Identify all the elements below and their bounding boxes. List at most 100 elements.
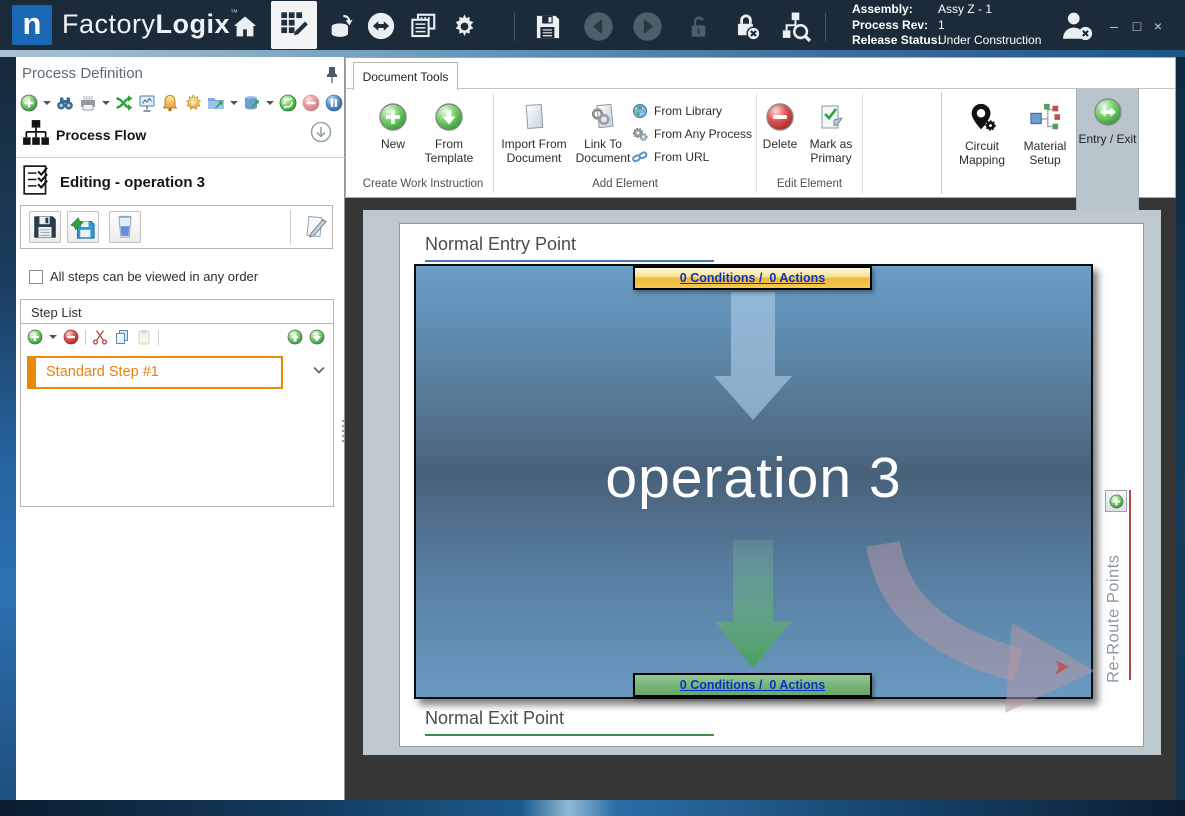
process-flow-icon: [22, 119, 50, 149]
flow-editor-panel: Normal Entry Point operation 3 0 Conditi…: [363, 210, 1161, 755]
release-status-value: Under Construction: [938, 33, 1041, 49]
sync-icon[interactable]: [365, 10, 397, 42]
app-brand: FactoryLogix™: [62, 8, 239, 40]
add-dropdown-caret[interactable]: [43, 101, 51, 105]
chain-link-icon: [632, 149, 648, 165]
entry-conditions-banner[interactable]: 0 Conditions / 0 Actions: [633, 266, 872, 290]
new-button[interactable]: New: [369, 89, 417, 151]
from-any-process-button[interactable]: From Any Process: [632, 122, 752, 145]
folder-dropdown-caret[interactable]: [230, 101, 238, 105]
print-dropdown-caret[interactable]: [102, 101, 110, 105]
toolbar-separator: [825, 13, 826, 41]
title-bar: n FactoryLogix™: [0, 0, 1185, 50]
toolbar-separator: [514, 13, 515, 41]
flow-search-icon[interactable]: [778, 9, 812, 43]
mark-as-primary-button[interactable]: Mark as Primary: [801, 89, 861, 165]
documents-icon[interactable]: [407, 10, 439, 42]
editing-checklist-icon: [21, 163, 53, 197]
page-link-icon: [588, 102, 618, 132]
from-url-button[interactable]: From URL: [632, 145, 752, 168]
forward-icon[interactable]: [631, 10, 663, 42]
group-label: Create Work Instruction: [353, 178, 493, 190]
delete-step-button[interactable]: [109, 211, 141, 243]
panel-toolbar: [20, 92, 343, 114]
folder-export-icon[interactable]: [207, 94, 225, 112]
group-add-element: Import From Document Link To Document Fr…: [494, 89, 756, 197]
normal-exit-point-label: Normal Exit Point: [425, 708, 564, 729]
edit-step-button[interactable]: [299, 211, 331, 243]
entry-exit-icon: [1093, 97, 1123, 127]
step-item-chevron-icon[interactable]: [311, 362, 327, 378]
assembly-label: Assembly:: [852, 2, 934, 18]
from-template-button[interactable]: From Template: [419, 89, 479, 165]
home-icon[interactable]: [230, 12, 260, 42]
order-checkbox[interactable]: [29, 270, 43, 284]
add-step-dropdown-caret[interactable]: [49, 335, 57, 339]
link-to-document-button[interactable]: Link To Document: [572, 89, 634, 165]
maximize-button[interactable]: □: [1127, 14, 1147, 38]
accent-strip: [0, 50, 1185, 57]
add-icon[interactable]: [20, 94, 38, 112]
lock-x-icon[interactable]: [731, 10, 761, 42]
unlock-icon[interactable]: [684, 12, 712, 40]
app-logo: n: [12, 5, 52, 45]
pin-icon[interactable]: [325, 66, 341, 84]
move-down-icon[interactable]: [309, 329, 325, 345]
binoculars-icon[interactable]: [56, 94, 74, 112]
presentation-icon[interactable]: [138, 94, 156, 112]
exit-conditions-link[interactable]: 0 Conditions / 0 Actions: [680, 678, 825, 692]
toolbar-separator: [158, 330, 159, 345]
assembly-value: Assy Z - 1: [938, 2, 1041, 18]
window-border-bottom: [0, 800, 1185, 816]
circuit-mapping-button[interactable]: Circuit Mapping: [953, 89, 1011, 167]
collapse-section-icon[interactable]: [310, 121, 332, 143]
data-import-icon[interactable]: [326, 11, 356, 41]
remove-step-icon[interactable]: [63, 329, 79, 345]
from-library-button[interactable]: From Library: [632, 99, 752, 122]
gear-flower-icon[interactable]: [184, 94, 202, 112]
process-editor-icon[interactable]: [271, 1, 317, 49]
bin-dropdown-caret[interactable]: [266, 101, 274, 105]
print-icon[interactable]: [79, 94, 97, 112]
cut-icon[interactable]: [92, 329, 108, 345]
save-step-button[interactable]: [29, 211, 61, 243]
tab-document-tools[interactable]: Document Tools: [353, 62, 458, 90]
bin-import-icon[interactable]: [243, 94, 261, 112]
material-setup-button[interactable]: Material Setup: [1015, 89, 1075, 167]
shuffle-process-icon[interactable]: [115, 94, 133, 112]
page-icon: [519, 102, 549, 132]
remove-icon[interactable]: [302, 94, 320, 112]
add-step-icon[interactable]: [27, 329, 43, 345]
bell-icon[interactable]: [161, 94, 179, 112]
reroute-rule: [1129, 490, 1131, 680]
step-list-item[interactable]: Standard Step #1: [27, 356, 283, 389]
pause-icon[interactable]: [325, 94, 343, 112]
group-edit-element: Delete Mark as Primary Edit Element: [757, 89, 862, 197]
circuit-pin-icon: [966, 102, 998, 134]
refresh-icon[interactable]: [279, 94, 297, 112]
back-icon[interactable]: [582, 10, 614, 42]
settings-gear-icon[interactable]: [449, 11, 479, 41]
assembly-info: Assembly: Assy Z - 1 Process Rev: 1 Rele…: [852, 2, 1041, 49]
minimize-button[interactable]: –: [1104, 14, 1124, 38]
paste-icon[interactable]: [136, 329, 152, 345]
save-icon[interactable]: [533, 12, 563, 42]
import-from-document-button[interactable]: Import From Document: [494, 89, 574, 165]
ribbon-divider: [941, 92, 942, 194]
import-step-button[interactable]: [67, 211, 99, 243]
exit-conditions-banner[interactable]: 0 Conditions / 0 Actions: [633, 673, 872, 697]
move-up-icon[interactable]: [287, 329, 303, 345]
entry-exit-canvas: Normal Entry Point operation 3 0 Conditi…: [399, 223, 1144, 747]
entry-conditions-link[interactable]: 0 Conditions / 0 Actions: [680, 271, 825, 285]
delete-element-button[interactable]: Delete: [757, 89, 803, 151]
add-reroute-button[interactable]: [1105, 490, 1127, 512]
entry-exit-button[interactable]: Entry / Exit: [1076, 88, 1139, 210]
operation-node[interactable]: operation 3: [414, 264, 1093, 699]
toolbar-separator: [290, 210, 291, 244]
process-rev-value: 1: [938, 18, 1041, 34]
close-button[interactable]: ×: [1148, 14, 1168, 38]
window-border-right: [1176, 57, 1185, 800]
user-logout-icon[interactable]: [1058, 10, 1098, 42]
globe-icon: [632, 103, 648, 119]
copy-icon[interactable]: [114, 329, 130, 345]
